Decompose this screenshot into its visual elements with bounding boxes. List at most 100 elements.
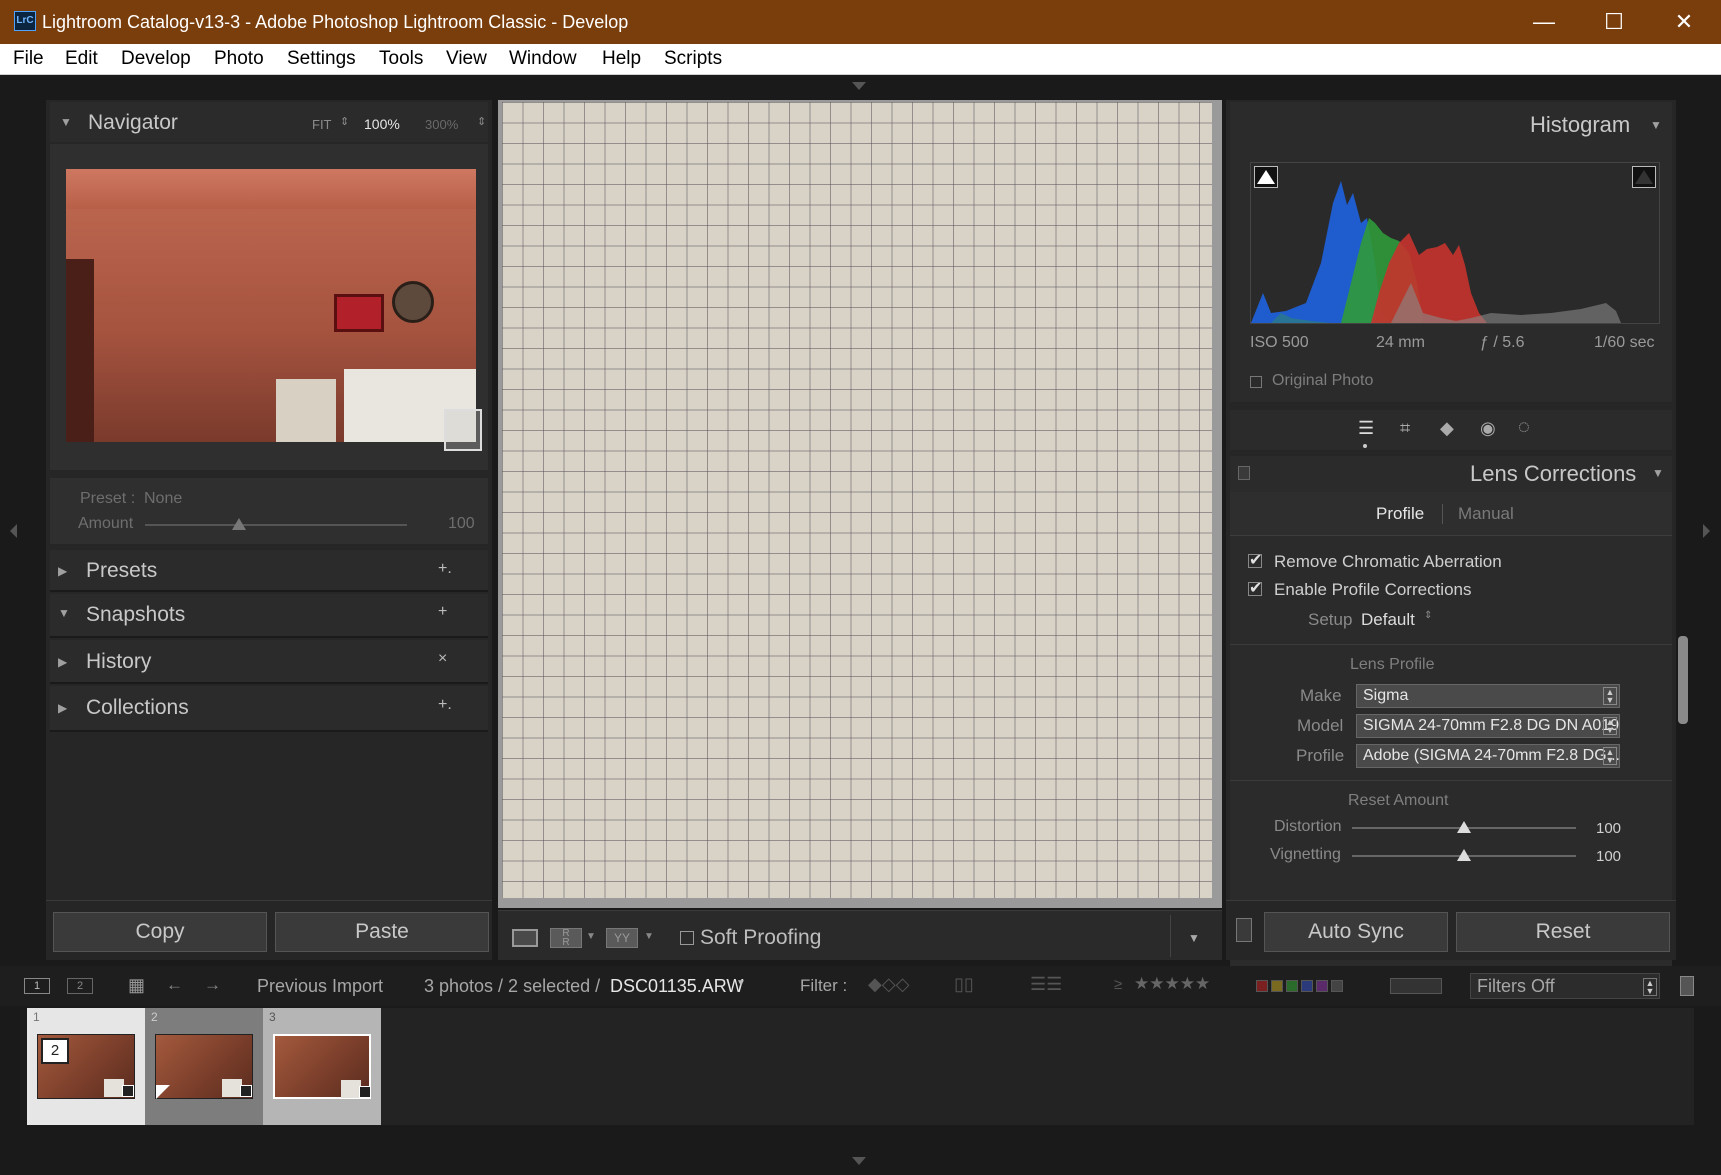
menu-help[interactable]: Help [602, 48, 641, 70]
filename-dropdown-icon[interactable]: ▼ [736, 978, 746, 989]
setup-stepper-icon[interactable]: ⇕ [1424, 610, 1432, 621]
red-label-swatch[interactable] [1256, 980, 1268, 992]
tab-manual[interactable]: Manual [1458, 504, 1514, 524]
add-collection-icon[interactable]: +. [438, 696, 452, 714]
red-eye-icon[interactable]: ◉ [1480, 418, 1496, 439]
shadow-clipping-toggle[interactable] [1254, 166, 1278, 188]
filmstrip-lock-icon[interactable] [1680, 976, 1694, 996]
auto-sync-button[interactable]: Auto Sync [1264, 912, 1448, 952]
bottom-panel-toggle-icon[interactable] [852, 1157, 866, 1165]
main-screen-button[interactable]: 1 [24, 978, 50, 994]
menu-settings[interactable]: Settings [287, 48, 356, 70]
setup-value[interactable]: Default [1361, 610, 1415, 630]
previous-arrow-icon[interactable]: ← [166, 975, 183, 995]
thumbnail-cell-3[interactable]: 3 [263, 1008, 381, 1125]
close-button[interactable]: ✕ [1649, 0, 1719, 44]
profile-select[interactable]: Adobe (SIGMA 24-70mm F2.8 DG... ▲ ▼ [1356, 744, 1620, 768]
toolbar-menu-chevron-icon[interactable]: ▼ [1188, 931, 1200, 945]
right-panel-scrollbar[interactable] [1678, 636, 1688, 724]
add-snapshot-icon[interactable]: + [438, 603, 447, 621]
secondary-screen-button[interactable]: 2 [67, 978, 93, 994]
make-select[interactable]: Sigma ▲ ▼ [1356, 684, 1620, 708]
snapshots-panel-header[interactable]: ▼ Snapshots + [50, 594, 488, 638]
next-arrow-icon[interactable]: → [204, 975, 221, 995]
center-image-area[interactable] [498, 100, 1222, 908]
distortion-slider-thumb[interactable] [1457, 821, 1471, 833]
menu-develop[interactable]: Develop [121, 48, 191, 70]
thumbnail-cell-2[interactable]: 2 [145, 1008, 263, 1125]
menu-view[interactable]: View [446, 48, 487, 70]
histogram-collapse-icon[interactable]: ▼ [1650, 118, 1662, 132]
before-after-split-icon[interactable]: YY [606, 928, 638, 948]
dropdown-arrow-icon[interactable]: ▼ [644, 931, 654, 942]
stack-count-badge[interactable]: 2 [41, 1038, 69, 1064]
navigator-view-box[interactable] [444, 409, 482, 451]
amount-slider-track[interactable] [145, 524, 407, 526]
main-photo[interactable] [502, 102, 1212, 898]
zoom-100[interactable]: 100% [364, 116, 400, 132]
thumbnail-image[interactable] [273, 1034, 371, 1099]
edit-sliders-icon[interactable]: ☰ [1358, 418, 1374, 439]
menu-scripts[interactable]: Scripts [664, 48, 722, 70]
source-label[interactable]: Previous Import [257, 976, 383, 997]
loupe-view-icon[interactable] [512, 929, 538, 947]
reset-button[interactable]: Reset [1456, 912, 1670, 952]
vignetting-slider-thumb[interactable] [1457, 849, 1471, 861]
remove-ca-checkbox[interactable] [1248, 550, 1262, 570]
distortion-value[interactable]: 100 [1596, 820, 1621, 837]
masking-icon[interactable]: ◌ [1518, 416, 1530, 439]
right-panel-toggle-icon[interactable] [1703, 524, 1710, 538]
zoom-custom-stepper-icon[interactable]: ⇕ [477, 115, 486, 128]
paste-button[interactable]: Paste [275, 912, 489, 952]
green-label-swatch[interactable] [1286, 980, 1298, 992]
yellow-label-swatch[interactable] [1271, 980, 1283, 992]
add-preset-icon[interactable]: +. [438, 560, 452, 578]
zoom-fit[interactable]: FIT [312, 117, 332, 132]
vignetting-value[interactable]: 100 [1596, 848, 1621, 865]
dropdown-arrow-icon[interactable]: ▼ [586, 931, 596, 942]
clear-history-icon[interactable]: × [438, 650, 447, 668]
thumbnail-cell-1[interactable]: 1 2 [27, 1008, 145, 1125]
flag-filter-icon[interactable]: ◆◇◇ [868, 974, 910, 995]
rating-operator[interactable]: ≥ [1114, 976, 1122, 993]
menu-file[interactable]: File [13, 48, 44, 70]
adjust-filter-icon[interactable]: ☰☰ [1030, 974, 1062, 995]
blue-label-swatch[interactable] [1301, 980, 1313, 992]
menu-photo[interactable]: Photo [214, 48, 264, 70]
navigator-photo[interactable] [66, 169, 476, 442]
model-select[interactable]: SIGMA 24-70mm F2.8 DG DN A019 ▲ ▼ [1356, 714, 1620, 738]
minimize-button[interactable]: — [1509, 0, 1579, 44]
left-panel-toggle-icon[interactable] [10, 524, 17, 538]
grid-view-icon[interactable]: ▦ [128, 975, 145, 996]
soft-proofing-checkbox[interactable] [680, 931, 694, 945]
top-panel-toggle-icon[interactable] [852, 82, 866, 90]
thumbnail-image[interactable] [155, 1034, 253, 1099]
crop-icon[interactable]: ⌗ [1400, 418, 1410, 439]
presets-panel-header[interactable]: ▶ Presets +. [50, 550, 488, 592]
lens-collapse-icon[interactable]: ▼ [1652, 466, 1664, 480]
selected-filename[interactable]: DSC01135.ARW [610, 976, 743, 997]
menu-tools[interactable]: Tools [379, 48, 423, 70]
panel-switch-icon[interactable] [1238, 466, 1250, 480]
enable-profile-checkbox[interactable] [1248, 578, 1262, 598]
amount-slider-thumb[interactable] [232, 518, 247, 530]
navigator-header[interactable]: ▼ Navigator FIT ⇕ 100% 300% ⇕ [50, 102, 488, 142]
copy-button[interactable]: Copy [53, 912, 267, 952]
sync-switch-icon[interactable] [1236, 918, 1252, 942]
color-label-filter[interactable] [1256, 980, 1368, 992]
zoom-fit-stepper-icon[interactable]: ⇕ [340, 115, 349, 128]
tab-profile[interactable]: Profile [1376, 504, 1424, 524]
star-rating-filter[interactable]: ★★★★★ [1134, 974, 1210, 994]
maximize-button[interactable]: ☐ [1579, 0, 1649, 44]
zoom-300[interactable]: 300% [425, 117, 458, 132]
custom-filter-icon[interactable] [1390, 978, 1442, 994]
menu-window[interactable]: Window [509, 48, 577, 70]
filter-preset-select[interactable]: Filters Off ▲ ▼ [1470, 973, 1660, 999]
history-panel-header[interactable]: ▶ History × [50, 640, 488, 684]
highlight-clipping-toggle[interactable] [1632, 166, 1656, 188]
lens-corrections-header[interactable]: Lens Corrections ▼ [1230, 456, 1672, 492]
purple-label-swatch[interactable] [1316, 980, 1328, 992]
collections-panel-header[interactable]: ▶ Collections +. [50, 686, 488, 732]
histogram-graph[interactable] [1250, 162, 1660, 324]
navigator-preview-area[interactable] [50, 144, 488, 470]
